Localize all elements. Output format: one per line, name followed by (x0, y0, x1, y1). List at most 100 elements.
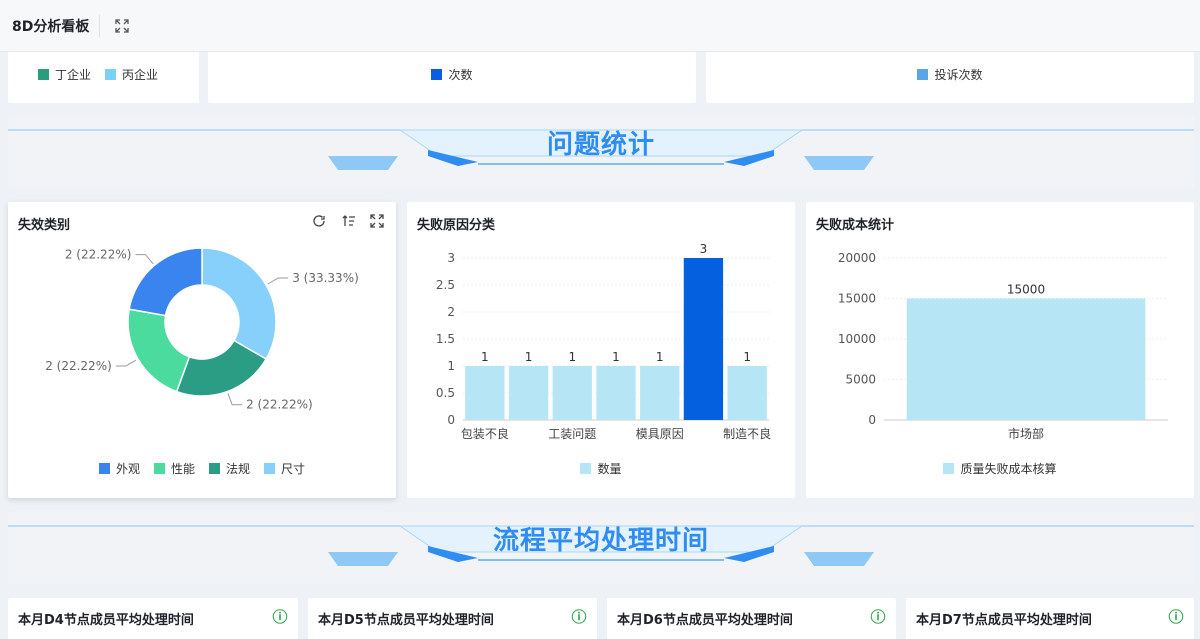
bar[interactable] (508, 366, 549, 420)
y-tick-label: 20000 (838, 251, 876, 265)
y-tick-label: 5000 (845, 373, 876, 387)
legend-swatch (264, 463, 276, 474)
card-title: 本月D6节点成员平均处理时间 (617, 613, 793, 628)
bar[interactable] (552, 366, 592, 420)
info-icon[interactable]: ⓘ (272, 608, 288, 626)
legend-swatch (209, 463, 220, 474)
y-tick-label: 2.5 (436, 278, 455, 292)
x-tick-label: 包装不良 (461, 426, 509, 441)
y-tick-label: 1.5 (436, 332, 455, 346)
legend-label: 质量失败成本核算 (960, 462, 1057, 476)
legend-swatch (917, 69, 929, 80)
pie-data-label: 2 (22.22%) (246, 398, 313, 412)
failure-type-card: 失效类别 3 (33.33%) 2 (22.22%) 2 (22.22%) 2 (22… (8, 202, 396, 498)
section-banner-processing-time: 流程平均处理时间 (8, 512, 1194, 584)
legend-label: 丙企业 (122, 68, 159, 82)
legend-item-法规[interactable]: 法规 (209, 460, 250, 477)
y-tick-label: 0.5 (436, 386, 455, 400)
pie-label-line (267, 277, 289, 285)
pie-slice-尺寸[interactable] (201, 247, 277, 361)
legend-label: 次数 (448, 68, 473, 82)
legend-label: 法规 (226, 462, 251, 476)
bar-data-label: 1 (612, 350, 620, 364)
bar[interactable] (683, 258, 724, 420)
legend-label: 丁企业 (55, 68, 92, 82)
legend-swatch (580, 463, 592, 474)
x-tick-label: 市场部 (1008, 426, 1044, 441)
legend-item[interactable]: 质量失败成本核算 (943, 460, 1057, 477)
d6-time-card: 本月D6节点成员平均处理时间 ⓘ (607, 598, 896, 639)
top-bar: 8D分析看板 (0, 0, 1200, 52)
bar[interactable] (596, 366, 636, 420)
pie-slice-外观[interactable] (128, 247, 203, 317)
legend-swatch (38, 69, 49, 80)
y-tick-label: 0 (868, 413, 876, 427)
x-tick-label: 制造不良 (723, 426, 771, 441)
bar[interactable] (465, 366, 505, 420)
pie-label-line (135, 254, 154, 265)
refresh-icon[interactable] (310, 212, 328, 230)
legend-item[interactable]: 丁企业 (38, 66, 91, 83)
d4-time-card: 本月D4节点成员平均处理时间 ⓘ (8, 598, 298, 639)
bar-data-label: 3 (700, 242, 708, 256)
bar[interactable] (906, 298, 1146, 421)
info-icon[interactable]: ⓘ (571, 608, 587, 626)
failure-reason-bar-chart: 0 0.5 1 1.5 2 2.5 3 1 包装不良 1 1 工装问题 1 1 模具原因 3 1 制造不良 (436, 242, 771, 441)
legend-item[interactable]: 数量 (580, 460, 622, 477)
pie-data-label: 2 (22.22%) (65, 248, 132, 262)
bar-data-label: 1 (525, 350, 533, 364)
legend-item-性能[interactable]: 性能 (153, 460, 195, 477)
legend-item[interactable]: 丙企业 (105, 66, 158, 83)
failure-cost-card: 失败成本统计 0 5000 10000 15000 20000 15000 市场部 质量失败… (806, 202, 1194, 498)
d7-time-card: 本月D7节点成员平均处理时间 ⓘ (906, 598, 1194, 639)
failure-type-pie-chart: 3 (33.33%) 2 (22.22%) 2 (22.22%) 2 (22.22%) (45, 247, 359, 412)
pie-label-line (115, 359, 137, 367)
info-icon[interactable]: ⓘ (870, 608, 886, 626)
legend-swatch (105, 69, 117, 80)
card-title: 本月D4节点成员平均处理时间 (18, 613, 194, 628)
x-tick-label: 工装问题 (548, 427, 596, 441)
card-title: 失败原因分类 (417, 218, 496, 233)
y-tick-label: 15000 (838, 292, 876, 306)
banner-title: 问题统计 (546, 130, 655, 160)
bar[interactable] (727, 366, 767, 420)
card-title: 失败成本统计 (816, 218, 895, 233)
d5-time-card: 本月D5节点成员平均处理时间 ⓘ (308, 598, 597, 639)
legend-label: 数量 (597, 462, 622, 476)
divider (99, 14, 101, 37)
pie-data-label: 2 (22.22%) (45, 359, 112, 373)
legend-item[interactable]: 投诉次数 (917, 66, 983, 83)
y-tick-label: 3 (447, 251, 455, 265)
y-tick-label: 10000 (838, 332, 876, 346)
failure-reason-card: 失败原因分类 0 0.5 1 1.5 2 2.5 3 1 包装不良 1 1 工装问题 1 1 模具原因 3 1 制… (407, 202, 795, 498)
bar-data-label: 1 (568, 350, 576, 364)
legend-label: 投诉次数 (934, 68, 983, 82)
enterprise-legend: 丁企业 丙企业 (38, 66, 158, 83)
bar-data-label: 15000 (1007, 283, 1045, 297)
fullscreen-icon[interactable] (112, 16, 132, 36)
legend-item-尺寸[interactable]: 尺寸 (264, 460, 305, 477)
sort-icon[interactable] (340, 212, 358, 230)
y-tick-label: 1 (447, 359, 455, 373)
page-title: 8D分析看板 (12, 18, 90, 35)
legend-item-外观[interactable]: 外观 (98, 460, 140, 477)
legend-swatch (431, 69, 443, 80)
legend-label: 性能 (170, 462, 195, 476)
bar[interactable] (640, 366, 680, 420)
bar-data-label: 1 (656, 350, 664, 364)
pie-slice-性能[interactable] (127, 308, 191, 393)
info-icon[interactable]: ⓘ (1168, 608, 1184, 626)
card-title: 本月D5节点成员平均处理时间 (318, 613, 494, 628)
section-banner-statistics: 问题统计 (8, 116, 1194, 188)
legend-item[interactable]: 次数 (431, 66, 473, 83)
x-tick-label: 模具原因 (636, 427, 684, 441)
legend-swatch (98, 463, 110, 474)
fullscreen-icon[interactable] (368, 212, 386, 230)
legend-swatch (943, 463, 955, 474)
card-title: 本月D7节点成员平均处理时间 (916, 613, 1092, 628)
y-tick-label: 0 (447, 413, 455, 427)
bar-data-label: 1 (481, 350, 489, 364)
legend-label: 外观 (115, 462, 140, 476)
pie-data-label: 3 (33.33%) (292, 271, 359, 285)
bar1-legend: 数量 (407, 460, 795, 477)
